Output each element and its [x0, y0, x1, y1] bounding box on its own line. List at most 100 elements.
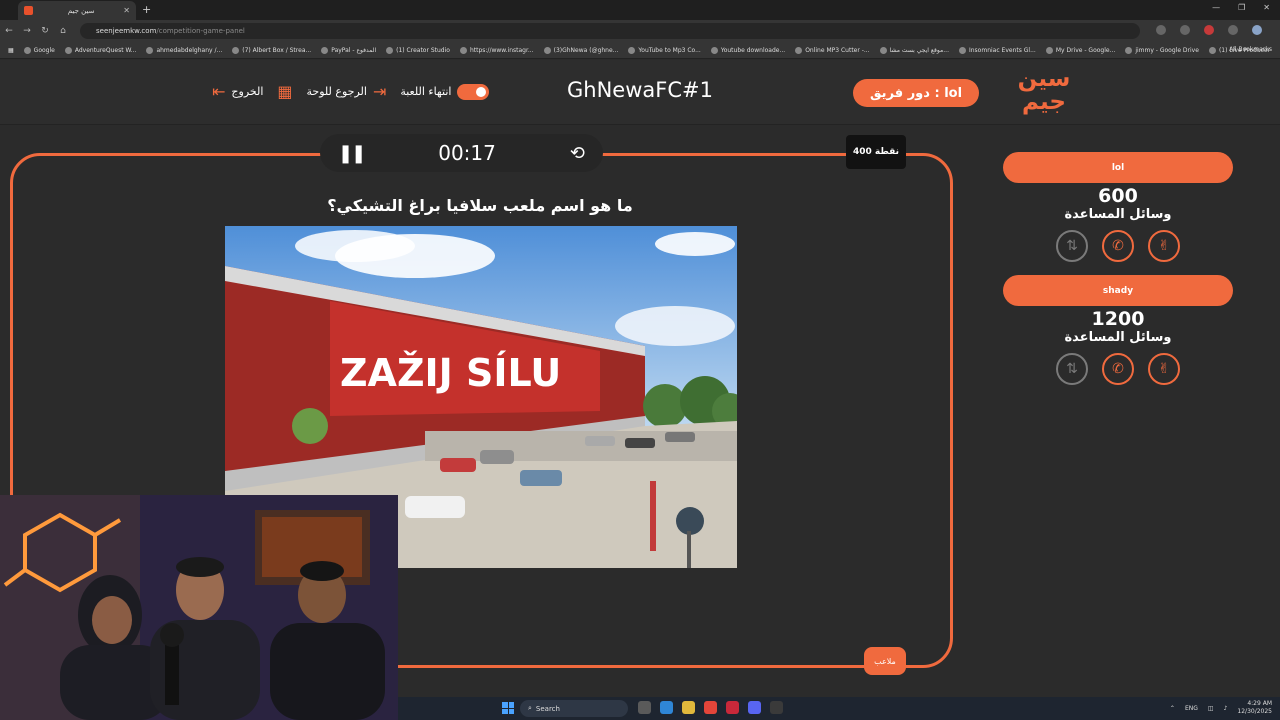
- maximize-icon[interactable]: ❐: [1238, 3, 1245, 12]
- bookmark-star-icon[interactable]: [1180, 25, 1190, 35]
- exit-label: الخروج: [231, 85, 264, 98]
- hand-peace-icon[interactable]: ✌: [1148, 230, 1180, 262]
- forward-icon[interactable]: →: [18, 26, 36, 36]
- bookmark-item[interactable]: Insomniac Events Gl...: [958, 46, 1036, 54]
- app-icon[interactable]: [770, 701, 783, 714]
- bookmark-item[interactable]: AdventureQuest W...: [64, 46, 136, 54]
- profile-avatar[interactable]: [1252, 25, 1262, 35]
- chrome-icon[interactable]: [704, 701, 717, 714]
- back-to-board-button[interactable]: ⇥ الرجوع للوحة: [307, 82, 387, 101]
- question-text: ما هو اسم ملعب سلافيا براغ التشيكي؟: [327, 196, 633, 215]
- minimize-icon[interactable]: —: [1212, 3, 1220, 12]
- bookmark-item[interactable]: ahmedabdelghany /...: [146, 46, 222, 54]
- bookmark-item[interactable]: https://www.instagr...: [459, 46, 534, 54]
- password-key-icon[interactable]: [1156, 25, 1166, 35]
- address-toolbar: ← → ↻ ⌂ seenjeemkw.com/competition-game-…: [0, 20, 1280, 42]
- game-title: GhNewaFC#1: [567, 78, 713, 102]
- clock-time: 4:29 AM: [1247, 700, 1272, 707]
- phone-call-icon[interactable]: ✆: [1102, 353, 1134, 385]
- windows-start-icon[interactable]: [502, 702, 514, 714]
- hand-peace-icon[interactable]: ✌: [1148, 353, 1180, 385]
- network-icon[interactable]: ◫: [1208, 705, 1214, 712]
- taskbar-clock[interactable]: 4:29 AM 12/30/2025: [1237, 700, 1272, 716]
- language-indicator[interactable]: ENG: [1185, 705, 1198, 712]
- swap-question-icon[interactable]: ⇅: [1056, 230, 1088, 262]
- bookmark-item[interactable]: (7) Albert Box / Strea...: [232, 46, 311, 54]
- bookmark-item[interactable]: (3)GhNewa (@ghne...: [543, 46, 618, 54]
- bookmark-item[interactable]: موقع ايجي بست مشا...: [879, 46, 949, 54]
- url-domain: seenjeemkw.com: [96, 27, 157, 35]
- team-score: 1200: [1091, 308, 1145, 330]
- site-favicon-icon: [24, 6, 33, 15]
- phone-call-icon[interactable]: ✆: [1102, 230, 1134, 262]
- swap-question-icon[interactable]: ⇅: [1056, 353, 1088, 385]
- all-bookmarks[interactable]: All Bookmarks: [1229, 46, 1272, 53]
- apps-icon[interactable]: ▦: [8, 47, 14, 54]
- task-view-icon[interactable]: [638, 701, 651, 714]
- back-to-board-label: الرجوع للوحة: [306, 85, 367, 98]
- app-icon[interactable]: [726, 701, 739, 714]
- taskbar-search[interactable]: ⌕ Search: [520, 700, 628, 717]
- close-window-icon[interactable]: ✕: [1263, 3, 1270, 12]
- bookmark-item[interactable]: YouTube to Mp3 Co...: [628, 46, 701, 54]
- discord-icon[interactable]: [748, 701, 761, 714]
- close-tab-icon[interactable]: ✕: [123, 6, 130, 15]
- volume-icon[interactable]: ♪: [1224, 705, 1228, 712]
- bookmark-item[interactable]: Online MP3 Cutter -...: [795, 46, 870, 54]
- webcam-overlay: [0, 495, 398, 720]
- bookmark-item[interactable]: (1) Creator Studio: [386, 46, 450, 54]
- tab-title: سين جيم: [67, 6, 95, 15]
- timer-display: 00:17: [438, 141, 496, 165]
- bookmark-item[interactable]: My Drive - Google...: [1045, 46, 1115, 54]
- aids-row: ⇅ ✆ ✌: [1003, 353, 1233, 385]
- extension-icon[interactable]: [1204, 25, 1214, 35]
- bookmark-item[interactable]: Youtube downloade...: [710, 46, 785, 54]
- team-name: shady: [1003, 275, 1233, 306]
- arrow-back-icon: ⇥: [372, 82, 387, 101]
- edge-icon[interactable]: [660, 701, 673, 714]
- grid-icon: ▦: [277, 82, 293, 101]
- browser-tab-bar: سين جيم ✕ + — ❐ ✕: [0, 0, 1280, 20]
- aids-label: وسائل المساعدة: [1064, 207, 1172, 222]
- stadium-banner-text: ZAŽIJ SÍLU: [340, 351, 561, 395]
- home-icon[interactable]: ⌂: [54, 26, 72, 36]
- toggle-switch-icon[interactable]: [457, 83, 490, 100]
- taskbar-apps: [638, 701, 783, 714]
- clock-date: 12/30/2025: [1237, 708, 1272, 715]
- team-card-shady: shady 1200 وسائل المساعدة ⇅ ✆ ✌: [1003, 275, 1233, 385]
- window-controls: — ❐ ✕: [1212, 3, 1270, 12]
- url-field[interactable]: seenjeemkw.com/competition-game-panel: [80, 23, 1140, 39]
- file-explorer-icon[interactable]: [682, 701, 695, 714]
- bookmark-item[interactable]: Google: [23, 46, 55, 54]
- search-icon: ⌕: [528, 704, 532, 712]
- bookmark-item[interactable]: PayPal - المدفوع: [321, 46, 376, 54]
- header-actions: انتهاء اللعبة ⇥ الرجوع للوحة ▦ الخروج ⇤: [212, 82, 490, 101]
- team-card-lol: lol 600 وسائل المساعدة ⇅ ✆ ✌: [1003, 152, 1233, 262]
- tray-overflow-icon[interactable]: ⌃: [1170, 705, 1175, 712]
- bookmarks-bar: ▦ Google AdventureQuest W... ahmedabdelg…: [0, 42, 1280, 59]
- extension-puzzle-icon[interactable]: [1228, 25, 1238, 35]
- windows-taskbar: ⌕ Search ⌃ ENG ◫ ♪ 4:29 AM 12/30/2025: [398, 697, 1280, 720]
- new-tab-icon[interactable]: +: [142, 3, 151, 16]
- bookmark-item[interactable]: jimmy - Google Drive: [1125, 46, 1199, 54]
- pause-icon[interactable]: ❚❚: [338, 143, 366, 164]
- browser-tab[interactable]: سين جيم ✕: [18, 1, 136, 20]
- end-game-label: انتهاء اللعبة: [400, 85, 452, 98]
- game-header: سين جيم دور فريق : lol GhNewaFC#1 انتهاء…: [0, 60, 1280, 125]
- reset-timer-icon[interactable]: ⟲: [570, 143, 585, 164]
- category-button[interactable]: ملاعب: [864, 647, 906, 675]
- team-name: lol: [1003, 152, 1233, 183]
- aids-row: ⇅ ✆ ✌: [1003, 230, 1233, 262]
- system-tray: ⌃ ENG ◫ ♪ 4:29 AM 12/30/2025: [1170, 700, 1272, 716]
- extension-icons: [1156, 25, 1262, 35]
- timer-bar: ❚❚ 00:17 ⟲: [320, 134, 603, 172]
- back-icon[interactable]: ←: [0, 26, 18, 36]
- back-grid-button[interactable]: ▦: [277, 82, 292, 101]
- logo-line-1: سين: [1017, 66, 1071, 92]
- exit-button[interactable]: الخروج ⇤: [212, 82, 263, 101]
- points-badge: 400 نقطة: [846, 135, 906, 169]
- logo-line-2: جيم: [1021, 89, 1066, 115]
- end-game-toggle[interactable]: انتهاء اللعبة: [400, 83, 490, 100]
- reload-icon[interactable]: ↻: [36, 26, 54, 36]
- site-logo[interactable]: سين جيم: [1016, 68, 1072, 120]
